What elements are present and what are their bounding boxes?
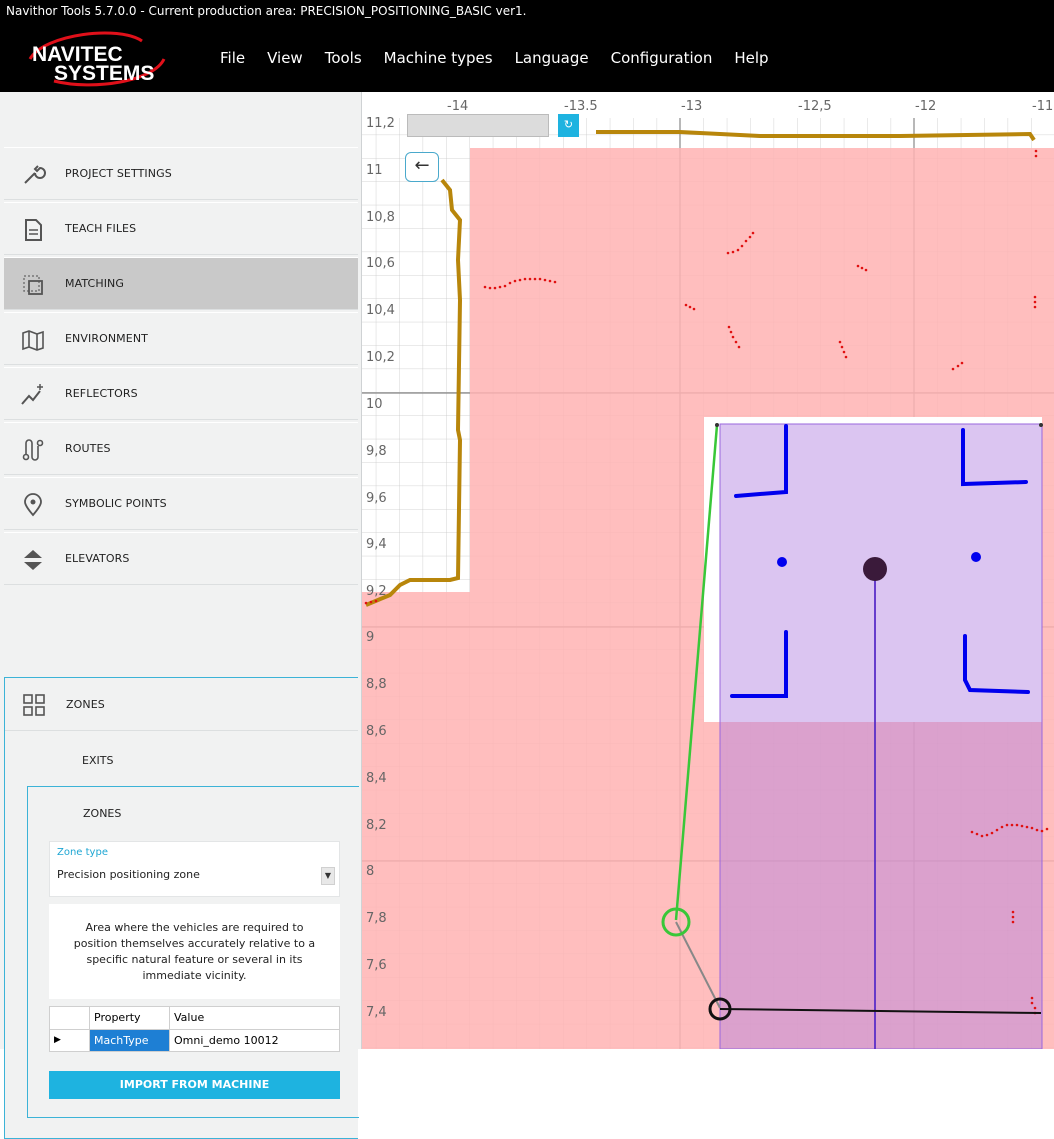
x-tick-label: -13 xyxy=(681,99,702,114)
menu-bar: File View Tools Machine types Language C… xyxy=(220,23,791,92)
x-tick-label: -12,5 xyxy=(798,99,832,114)
zone-type-caption: Zone type xyxy=(57,847,108,858)
sidebar-item-environment[interactable]: ENVIRONMENT xyxy=(4,312,358,365)
y-tick-label: 8,6 xyxy=(366,724,387,739)
sidebar-item-symbolic-points[interactable]: SYMBOLIC POINTS xyxy=(4,477,358,530)
sidebar-item-project-settings[interactable]: PROJECT SETTINGS xyxy=(4,147,358,200)
y-tick-label: 10,2 xyxy=(366,350,395,365)
x-tick-label: -13.5 xyxy=(564,99,598,114)
sidebar-item-label: MATCHING xyxy=(65,277,124,290)
app-header: NAVITEC SYSTEMS File View Tools Machine … xyxy=(0,23,1054,92)
navitec-logo: NAVITEC SYSTEMS xyxy=(28,31,166,87)
y-tick-label: 8 xyxy=(366,864,374,879)
sidebar-item-reflectors[interactable]: REFLECTORS xyxy=(4,367,358,420)
column-header-property: Property xyxy=(89,1006,170,1030)
chevron-down-icon[interactable]: ▼ xyxy=(321,867,335,885)
x-tick-label: -14 xyxy=(447,99,468,114)
zones-subpanel: ZONES Zone type Precision positioning zo… xyxy=(27,786,359,1118)
y-tick-label: 8,2 xyxy=(366,818,387,833)
sidebar-item-label: SYMBOLIC POINTS xyxy=(65,497,167,510)
y-tick-label: 8,4 xyxy=(366,771,387,786)
table-header-row: Property Value xyxy=(49,1006,340,1030)
y-tick-label: 10,8 xyxy=(366,210,395,225)
zone-description: Area where the vehicles are required to … xyxy=(49,904,340,999)
reflector-marker[interactable] xyxy=(777,557,787,567)
sidebar-item-elevators[interactable]: ELEVATORS xyxy=(4,532,358,585)
matching-icon xyxy=(23,275,43,295)
map-canvas[interactable]: -14 -13.5 -13 -12,5 -12 -11 11,2 11 10,8… xyxy=(362,92,1054,1049)
sidebar-item-label: PROJECT SETTINGS xyxy=(65,167,172,180)
y-tick-label: 10 xyxy=(366,397,383,412)
sidebar: PROJECT SETTINGS TEACH FILES MATCHING EN… xyxy=(0,92,362,1139)
refresh-icon[interactable]: ↻ xyxy=(558,114,579,137)
zones-sub-label: ZONES xyxy=(83,806,122,820)
sidebar-item-matching[interactable]: MATCHING xyxy=(4,257,358,310)
sidebar-item-zones[interactable]: ZONES xyxy=(5,678,358,731)
zone-center-point[interactable] xyxy=(863,557,887,581)
document-icon xyxy=(25,219,42,241)
sidebar-item-label: TEACH FILES xyxy=(65,222,137,235)
y-tick-label: 7,4 xyxy=(366,1005,387,1020)
y-tick-label: 7,8 xyxy=(366,911,387,926)
menu-tools[interactable]: Tools xyxy=(325,49,362,67)
sidebar-subitem-zones[interactable]: ZONES xyxy=(28,787,359,839)
window-title-bar: Navithor Tools 5.7.0.0 - Current product… xyxy=(0,0,1054,23)
sidebar-item-routes[interactable]: ROUTES xyxy=(4,422,358,475)
zone-corner-point[interactable] xyxy=(715,423,719,427)
reflector-marker[interactable] xyxy=(971,552,981,562)
row-selector-icon[interactable]: ▶ xyxy=(49,1028,90,1052)
map-search-input[interactable] xyxy=(407,114,549,137)
y-tick-label: 10,4 xyxy=(366,303,395,318)
y-tick-label: 7,6 xyxy=(366,958,387,973)
column-header-value: Value xyxy=(169,1006,340,1030)
y-tick-label: 10,6 xyxy=(366,256,395,271)
sidebar-item-label: ROUTES xyxy=(65,442,111,455)
table-cell-value[interactable]: Omni_demo 10012 xyxy=(169,1028,340,1052)
x-tick-label: -11 xyxy=(1032,99,1053,114)
sidebar-item-label: ELEVATORS xyxy=(65,552,130,565)
table-row[interactable]: ▶ MachType Omni_demo 10012 xyxy=(49,1028,340,1052)
map-icon xyxy=(22,330,44,351)
table-cell-property[interactable]: MachType xyxy=(89,1028,170,1052)
y-tick-label: 9,6 xyxy=(366,491,387,506)
menu-configuration[interactable]: Configuration xyxy=(611,49,713,67)
precision-positioning-zone[interactable] xyxy=(719,423,1043,1049)
menu-help[interactable]: Help xyxy=(734,49,768,67)
menu-language[interactable]: Language xyxy=(515,49,589,67)
zone-corner-point[interactable] xyxy=(1039,423,1043,427)
window-title: Navithor Tools 5.7.0.0 - Current product… xyxy=(6,4,527,18)
up-down-arrows-icon xyxy=(24,550,42,570)
sidebar-item-label: ENVIRONMENT xyxy=(65,332,148,345)
wrench-icon xyxy=(24,165,46,184)
y-tick-label: 8,8 xyxy=(366,677,387,692)
sidebar-item-label: REFLECTORS xyxy=(65,387,138,400)
y-tick-label: 11 xyxy=(366,163,383,178)
row-header-corner xyxy=(49,1006,90,1030)
zone-type-dropdown[interactable]: Zone type Precision positioning zone ▼ xyxy=(49,841,340,897)
sparkle-chart-icon xyxy=(21,384,43,405)
sidebar-item-teach-files[interactable]: TEACH FILES xyxy=(4,202,358,255)
menu-view[interactable]: View xyxy=(267,49,303,67)
y-tick-label: 9,2 xyxy=(366,584,387,599)
menu-file[interactable]: File xyxy=(220,49,245,67)
grid-icon xyxy=(23,694,45,716)
y-tick-label: 11,2 xyxy=(366,116,395,131)
location-pin-icon xyxy=(24,493,42,517)
y-tick-label: 9,4 xyxy=(366,537,387,552)
sidebar-subitem-exits[interactable]: EXITS xyxy=(27,734,359,786)
zone-type-value: Precision positioning zone xyxy=(57,868,200,881)
y-tick-label: 9,8 xyxy=(366,444,387,459)
back-arrow-button[interactable]: ← xyxy=(405,152,439,182)
property-table: Property Value ▶ MachType Omni_demo 1001… xyxy=(49,1006,340,1052)
logo-line-2: SYSTEMS xyxy=(54,62,154,85)
import-from-machine-button[interactable]: IMPORT FROM MACHINE xyxy=(49,1071,340,1099)
sidebar-item-label: ZONES xyxy=(66,697,105,711)
x-tick-label: -12 xyxy=(915,99,936,114)
route-icon xyxy=(22,439,44,461)
zones-panel: ZONES EXITS ZONES Zone type Precision po… xyxy=(4,677,359,1139)
exits-label: EXITS xyxy=(82,753,114,767)
y-tick-label: 9 xyxy=(366,630,374,645)
menu-machine-types[interactable]: Machine types xyxy=(384,49,493,67)
